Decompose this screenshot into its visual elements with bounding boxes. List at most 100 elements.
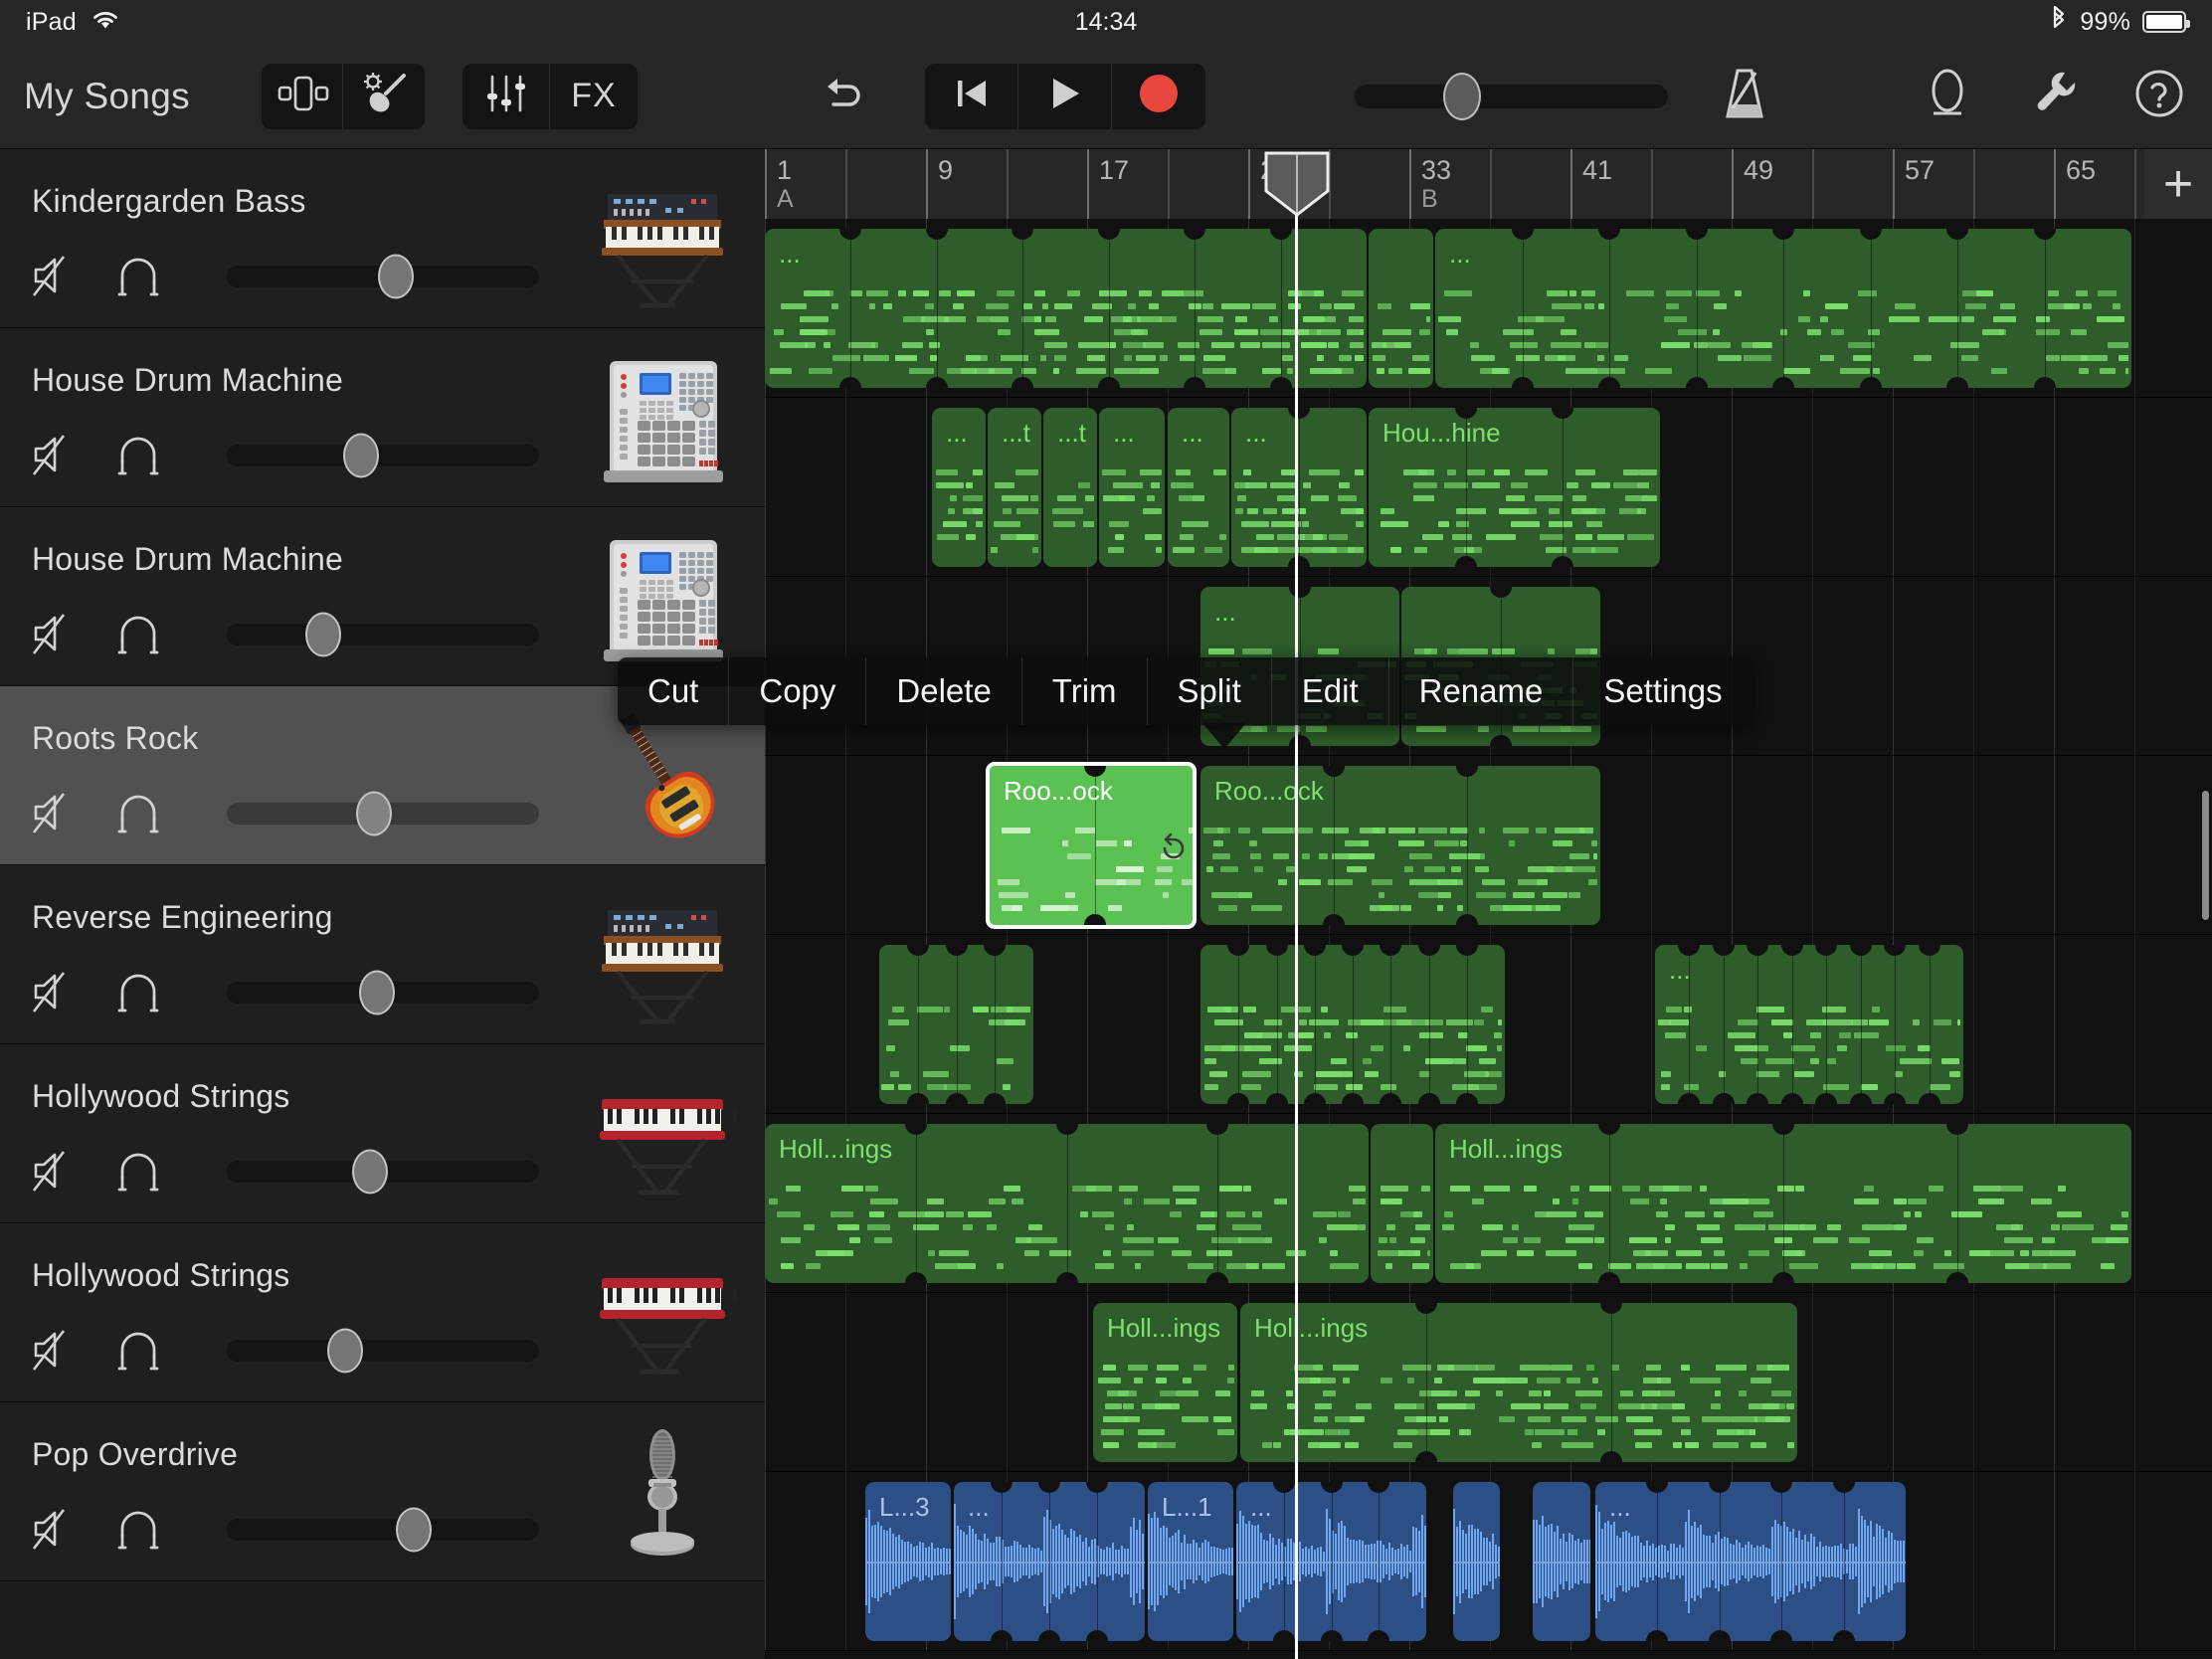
track-lane[interactable]: Holl...ings Holl...ings (765, 1293, 2212, 1472)
region[interactable]: Roo...ock (1200, 766, 1600, 925)
track-mute-button[interactable] (30, 252, 78, 299)
region[interactable]: ...t (1043, 408, 1097, 567)
context-menu-item-copy[interactable]: Copy (729, 657, 867, 725)
track-volume-slider[interactable] (227, 433, 539, 478)
track-solo-button[interactable] (114, 252, 162, 299)
track-volume-slider[interactable] (227, 791, 539, 836)
master-volume-knob[interactable] (1443, 72, 1481, 120)
track-list-scrollbar[interactable] (2202, 791, 2209, 920)
track-volume-slider[interactable] (227, 1328, 539, 1374)
context-menu-item-trim[interactable]: Trim (1022, 657, 1148, 725)
track-mute-button[interactable] (30, 610, 78, 657)
track-solo-button[interactable] (114, 1147, 162, 1195)
arrange-area[interactable]: ......... ...t ...t......... Hou...hine... R… (765, 219, 2212, 1659)
track-volume-slider[interactable] (227, 254, 539, 299)
region[interactable]: L...1 (1148, 1482, 1233, 1641)
add-track-button[interactable]: + (2144, 149, 2212, 219)
region[interactable] (1533, 1482, 1590, 1641)
region-context-menu[interactable]: Cut Copy Delete Trim Split Edit Rename Settings (618, 657, 1752, 725)
mixer-button[interactable] (462, 63, 550, 129)
track-volume-slider[interactable] (227, 612, 539, 657)
track-header[interactable]: Kindergarden Bass (0, 149, 765, 328)
region[interactable]: ...t (988, 408, 1041, 567)
track-header[interactable]: Hollywood Strings (0, 1044, 765, 1223)
track-mute-button[interactable] (30, 1505, 78, 1553)
region-selected[interactable]: Roo...ock (986, 762, 1197, 929)
rewind-button[interactable] (925, 63, 1018, 129)
track-view-button[interactable] (262, 63, 343, 129)
fx-button[interactable]: FX (550, 64, 638, 129)
context-menu-item-rename[interactable]: Rename (1389, 657, 1574, 725)
context-menu-item-edit[interactable]: Edit (1272, 657, 1389, 725)
region[interactable]: ... (1231, 408, 1367, 567)
region[interactable]: L...3 (865, 1482, 951, 1641)
track-volume-knob[interactable] (358, 970, 395, 1015)
track-header[interactable]: Hollywood Strings (0, 1223, 765, 1402)
region[interactable]: Holl...ings (1240, 1303, 1797, 1462)
track-mute-button[interactable] (30, 968, 78, 1015)
loop-browser-button[interactable] (1912, 61, 1983, 132)
track-volume-slider[interactable] (227, 1507, 539, 1553)
region[interactable]: ... (1655, 945, 1963, 1104)
track-solo-button[interactable] (114, 610, 162, 657)
track-volume-knob[interactable] (355, 791, 392, 836)
track-lane[interactable]: L...3... L...1...... (765, 1472, 2212, 1651)
region[interactable]: ... (765, 229, 1367, 388)
track-lane[interactable]: Roo...ock Roo...ock (765, 756, 2212, 935)
region[interactable]: Holl...ings (1093, 1303, 1237, 1462)
track-lane[interactable]: ... (765, 935, 2212, 1114)
context-menu-item-split[interactable]: Split (1148, 657, 1272, 725)
track-solo-button[interactable] (114, 789, 162, 836)
playhead-handle[interactable] (1264, 151, 1330, 217)
region[interactable] (1453, 1482, 1500, 1641)
track-header[interactable]: Pop Overdrive (0, 1402, 765, 1581)
region[interactable]: Holl...ings (1435, 1124, 2131, 1283)
track-mute-button[interactable] (30, 789, 78, 836)
my-songs-button[interactable]: My Songs (24, 76, 190, 117)
region[interactable]: Holl...ings (765, 1124, 1369, 1283)
track-solo-button[interactable] (114, 431, 162, 478)
metronome-button[interactable] (1709, 61, 1780, 132)
track-volume-slider[interactable] (227, 970, 539, 1015)
region[interactable]: ... (954, 1482, 1145, 1641)
record-button[interactable] (1112, 64, 1205, 129)
track-lane[interactable]: ... ...t ...t......... Hou...hine (765, 398, 2212, 577)
region[interactable] (1200, 945, 1505, 1104)
region[interactable]: ... (1595, 1482, 1906, 1641)
timeline-ruler[interactable]: 1A9172533B4149576573 (765, 149, 2212, 219)
context-menu-item-delete[interactable]: Delete (866, 657, 1022, 725)
track-mute-button[interactable] (30, 431, 78, 478)
region[interactable]: ... (1168, 408, 1229, 567)
region[interactable] (1371, 1124, 1433, 1283)
master-volume-slider[interactable] (1355, 72, 1668, 120)
undo-button[interactable] (806, 64, 879, 129)
track-volume-knob[interactable] (305, 612, 342, 657)
context-menu-item-cut[interactable]: Cut (618, 657, 730, 725)
track-volume-knob[interactable] (396, 1507, 433, 1553)
region[interactable]: ... (1099, 408, 1165, 567)
track-solo-button[interactable] (114, 1505, 162, 1553)
context-menu-item-settings[interactable]: Settings (1573, 657, 1751, 725)
track-volume-slider[interactable] (227, 1149, 539, 1195)
track-mute-button[interactable] (30, 1326, 78, 1374)
region[interactable] (879, 945, 1033, 1104)
track-solo-button[interactable] (114, 1326, 162, 1374)
track-mute-button[interactable] (30, 1147, 78, 1195)
track-solo-button[interactable] (114, 968, 162, 1015)
region-loop-handle-icon[interactable] (1159, 830, 1189, 860)
region[interactable] (1369, 229, 1433, 388)
track-lane[interactable]: ...... (765, 219, 2212, 398)
instrument-settings-button[interactable] (343, 64, 425, 129)
play-button[interactable] (1018, 63, 1112, 129)
region[interactable]: ... (1435, 229, 2131, 388)
track-volume-knob[interactable] (377, 254, 414, 299)
track-volume-knob[interactable] (343, 433, 380, 478)
track-volume-knob[interactable] (352, 1149, 389, 1195)
track-header[interactable]: Reverse Engineering (0, 865, 765, 1044)
track-header[interactable]: House Drum Machine (0, 328, 765, 507)
track-volume-knob[interactable] (327, 1328, 364, 1374)
region[interactable]: ... (932, 408, 986, 567)
track-lane[interactable]: Holl...ings Holl...ings (765, 1114, 2212, 1293)
region[interactable]: ... (1236, 1482, 1426, 1641)
help-button[interactable] (2123, 61, 2195, 132)
